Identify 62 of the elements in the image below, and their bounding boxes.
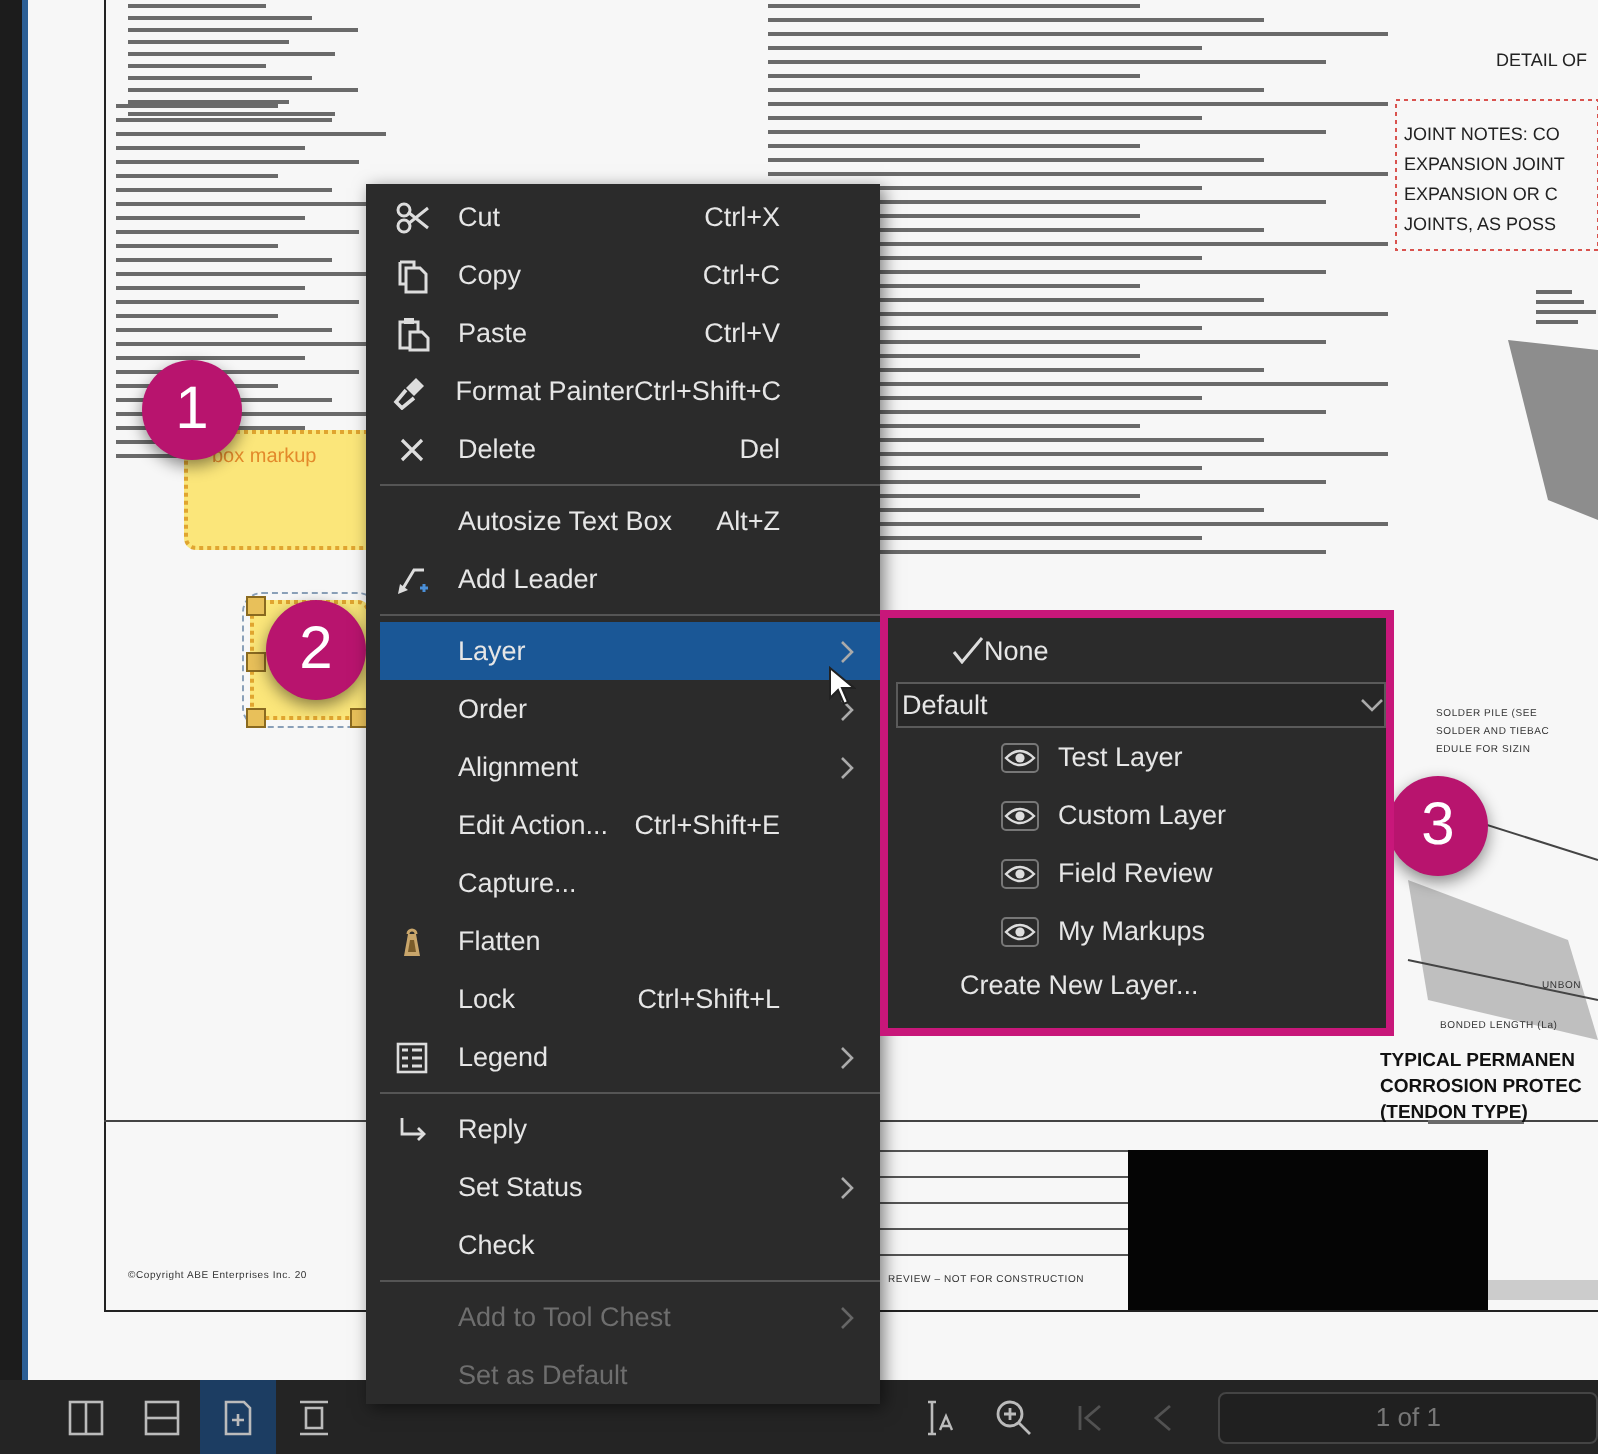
section-title: CORROSION PROTEC (1380, 1076, 1582, 1098)
eye-icon[interactable] (1000, 799, 1040, 831)
chevron-down-icon (1360, 697, 1384, 713)
shortcut-text: Ctrl+X (704, 202, 780, 232)
menu-item[interactable]: Layer (380, 622, 880, 680)
shortcut-text: Ctrl+Shift+L (637, 984, 780, 1014)
menu-item[interactable]: Add Leader (366, 550, 880, 608)
note-text: EXPANSION JOINT (1404, 154, 1565, 174)
menu-item[interactable]: Copy Ctrl+C (366, 246, 880, 304)
shortcut-text: Del (739, 434, 780, 464)
menu-item[interactable]: Order (366, 680, 880, 738)
menu-item[interactable]: Edit Action... Ctrl+Shift+E (366, 796, 880, 854)
toolbar-button[interactable] (199, 1380, 276, 1454)
detail-title: DETAIL OF (1496, 50, 1588, 70)
menu-item[interactable]: Create New Layer... (888, 960, 1386, 1008)
layer-set-dropdown[interactable]: Default (896, 682, 1386, 728)
copy-icon (394, 257, 430, 293)
note-text: JOINT NOTES: CO (1404, 124, 1560, 144)
menu-item[interactable]: Capture... (366, 854, 880, 912)
note-text: EXPANSION OR C (1404, 184, 1558, 204)
menu-item[interactable]: Legend (366, 1028, 880, 1086)
shortcut-text: Ctrl+Shift+E (634, 810, 780, 840)
menu-item[interactable]: My Markups (888, 902, 1386, 960)
menu-item[interactable]: Test Layer (888, 728, 1386, 786)
split-horizontal-icon (141, 1397, 182, 1437)
chevron-icon (840, 1175, 856, 1199)
menu-item[interactable]: Paste Ctrl+V (366, 304, 880, 362)
zoom-in-icon (993, 1397, 1034, 1437)
menu-item[interactable]: Set Status (366, 1158, 880, 1216)
cursor-icon (828, 666, 856, 706)
menu-item[interactable]: Field Review (888, 844, 1386, 902)
clipboard-icon (394, 315, 430, 351)
eye-icon[interactable] (1000, 741, 1040, 773)
shortcut-text: Ctrl+V (704, 318, 780, 348)
scissors-icon (394, 199, 430, 235)
split-vertical-icon (65, 1397, 106, 1437)
menu-item[interactable]: Reply (366, 1100, 880, 1158)
eye-icon[interactable] (1000, 857, 1040, 889)
shortcut-text: Ctrl+Shift+C (634, 376, 782, 406)
menu-item[interactable]: None (888, 618, 1386, 682)
menu-item[interactable]: Flatten (366, 912, 880, 970)
chevron-icon (840, 1045, 856, 1069)
menu-item[interactable]: Alignment (366, 738, 880, 796)
menu-item[interactable]: Format PainterCtrl+Shift+C (366, 362, 880, 420)
chevron-icon (840, 1305, 856, 1329)
menu-item[interactable]: Check (366, 1216, 880, 1274)
chevron-icon (840, 639, 856, 663)
step-badge: 3 (1388, 776, 1488, 876)
menu-item[interactable]: Custom Layer (888, 786, 1386, 844)
shortcut-text: Alt+Z (716, 506, 780, 536)
shortcut-text: Ctrl+C (702, 260, 780, 290)
note-text: JOINTS, AS POSS (1404, 214, 1557, 234)
section-title: TYPICAL PERMANEN (1380, 1050, 1575, 1072)
checkmark-icon (952, 636, 984, 664)
chevron-icon (840, 755, 856, 779)
section-title: (TENDON TYPE) (1380, 1102, 1528, 1124)
eye-icon[interactable] (1000, 915, 1040, 947)
menu-item[interactable]: Cut Ctrl+X (366, 188, 880, 246)
list-icon (394, 1039, 430, 1075)
menu-item[interactable]: Lock Ctrl+Shift+L (366, 970, 880, 1028)
page-number-field[interactable]: 1 of 1 (1218, 1391, 1598, 1443)
paintbrush-icon (392, 373, 429, 409)
